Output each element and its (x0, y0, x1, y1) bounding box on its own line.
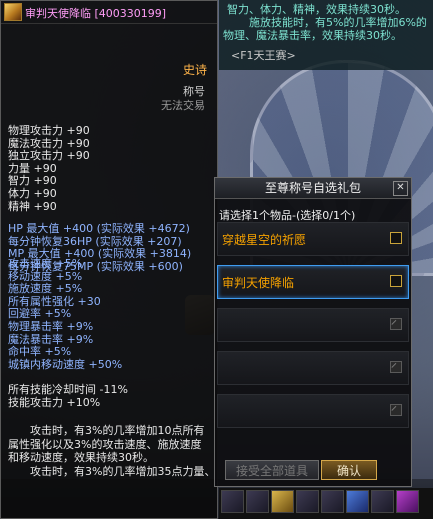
dialog-buttons: 接受全部道具 确认 (215, 460, 411, 482)
description-line: 和移动速度，效果持续30秒。 (8, 451, 154, 464)
skill-slot[interactable] (371, 490, 394, 513)
stat-line: 施放速度 +5% (8, 282, 83, 296)
item-icon (4, 3, 22, 21)
option-checkbox[interactable] (390, 232, 402, 244)
tooltip-header: 审判天使降临 [400330199] (1, 1, 217, 24)
dialog-title-bar[interactable]: 至尊称号自选礼包 ✕ (215, 178, 411, 199)
item-description: 攻击时，有3%的几率增加10点所有 属性强化以及3%的攻击速度、施放速度 和移动… (8, 424, 216, 478)
skill-slot[interactable] (346, 490, 369, 513)
selection-prompt: 请选择1个物品-(选择0/1个) (219, 209, 356, 222)
close-icon[interactable]: ✕ (393, 181, 408, 196)
description-line: 攻击时，有3%的几率增加10点所有 (30, 424, 205, 437)
option-checkbox[interactable] (390, 275, 402, 287)
description-line: 属性强化以及3%的攻击速度、施放速度 (8, 437, 202, 451)
option-checkbox-disabled (390, 404, 402, 416)
tooltip-continuation: 智力、体力、精神，效果持续30秒。 施放技能时，有5%的几率增加6%的 物理、魔… (219, 0, 433, 70)
option-item[interactable]: 穿越星空的祈愿 (217, 222, 409, 256)
stat-line: 命中率 +5% (8, 345, 72, 359)
skill-slot[interactable] (221, 490, 244, 513)
option-label: 审判天使降临 (222, 276, 295, 290)
item-tooltip: 审判天使降临 [400330199] 史诗 称号 无法交易 物理攻击力 +90 … (0, 0, 218, 519)
item-trade-status: 无法交易 (161, 99, 205, 112)
skill-bar (219, 488, 433, 519)
item-source: <F1天王赛> (231, 49, 296, 62)
stat-line: HP 最大值 +400 (实际效果 +4672) (8, 222, 190, 236)
effect-line: 智力、体力、精神，效果持续30秒。 (227, 3, 406, 16)
item-title: 审判天使降临 [400330199] (25, 5, 166, 21)
confirm-button[interactable]: 确认 (321, 460, 377, 480)
claim-all-button[interactable]: 接受全部道具 (225, 460, 319, 480)
option-checkbox-disabled (390, 361, 402, 373)
stat-line: 体力 +90 (8, 186, 57, 200)
effect-text: 智力、体力、精神，效果持续30秒。 施放技能时，有5%的几率增加6%的 物理、魔… (223, 3, 429, 42)
effect-line: 物理、魔法暴击率，效果持续30秒。 (223, 29, 402, 42)
stat-list: 物理攻击力 +90 魔法攻击力 +90 独立攻击力 +90 力量 +90 智力 … (8, 124, 217, 274)
stat-line: 独立攻击力 +90 (8, 149, 90, 163)
skill-stat-list: 所有技能冷却时间 -11% 技能攻击力 +10% (8, 383, 217, 409)
skill-slot[interactable] (396, 490, 419, 513)
stat-line: 技能攻击力 +10% (8, 395, 101, 409)
item-id: [400330199] (94, 7, 167, 20)
option-list: 穿越星空的祈愿 审判天使降临 (217, 222, 409, 437)
stat-line: 物理攻击力 +90 (8, 124, 90, 137)
option-checkbox-disabled (390, 318, 402, 330)
stat-line: 所有技能冷却时间 -11% (8, 383, 128, 396)
skill-slot[interactable] (271, 490, 294, 513)
skill-slot[interactable] (296, 490, 319, 513)
option-item (217, 351, 409, 385)
dialog-title: 至尊称号自选礼包 (264, 181, 361, 195)
stat-line: 物理暴击率 +9% (8, 319, 94, 333)
option-label: 穿越星空的祈愿 (222, 233, 307, 247)
option-item (217, 308, 409, 342)
item-rarity: 史诗 (182, 63, 207, 77)
gift-pack-dialog: 至尊称号自选礼包 ✕ 请选择1个物品-(选择0/1个) 穿越星空的祈愿 审判天使… (214, 177, 412, 487)
skill-slot[interactable] (321, 490, 344, 513)
option-item[interactable]: 审判天使降临 (217, 265, 409, 299)
speed-stat-list: 攻击速度 +5% 移动速度 +5% 施放速度 +5% 所有属性强化 +30 回避… (8, 257, 217, 371)
description-line: 攻击时，有3%的几率增加35点力量、 (30, 464, 216, 478)
stat-line: 城镇内移动速度 +50% (8, 357, 123, 371)
skill-slot[interactable] (246, 490, 269, 513)
stat-line: 精神 +90 (8, 199, 57, 213)
item-name: 审判天使降临 (25, 7, 91, 20)
option-item (217, 394, 409, 428)
stat-line: 攻击速度 +5% (8, 257, 83, 270)
effect-line: 施放技能时，有5%的几率增加6%的 (249, 16, 427, 29)
